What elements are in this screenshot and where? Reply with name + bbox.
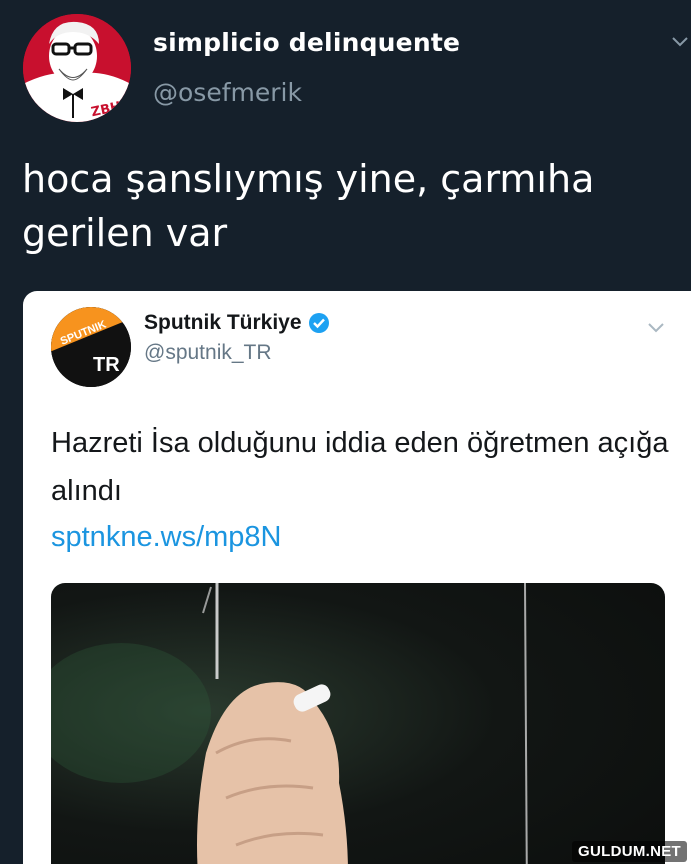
chevron-down-icon[interactable]: [668, 30, 691, 54]
chevron-down-icon[interactable]: [645, 317, 667, 339]
avatar-illustration: ZBH: [23, 14, 131, 122]
quoted-display-name-label: Sputnik Türkiye: [144, 311, 302, 334]
sputnik-logo: SPUTNIK TR: [51, 307, 131, 387]
quoted-tweet-card[interactable]: SPUTNIK TR Sputnik Türkiye @sputnik_TR H…: [23, 291, 691, 864]
sputnik-avatar[interactable]: SPUTNIK TR: [51, 307, 131, 387]
chalkboard-hand-photo: [51, 583, 528, 864]
quoted-display-name[interactable]: Sputnik Türkiye: [144, 311, 330, 335]
display-name[interactable]: simplicio delinquente: [153, 28, 460, 57]
quoted-user-handle[interactable]: @sputnik_TR: [144, 341, 272, 365]
quoted-tweet-text: Hazreti İsa olduğunu iddia eden öğretmen…: [51, 427, 669, 507]
quoted-tweet-image[interactable]: [51, 583, 665, 864]
tweet-text: hoca şanslıymış yine, çarmıha gerilen va…: [22, 157, 595, 255]
verified-badge-icon: [308, 312, 330, 334]
user-handle[interactable]: @osefmerik: [153, 78, 302, 107]
watermark: GULDUM.NET: [572, 841, 687, 862]
quoted-tweet-link[interactable]: sptnkne.ws/mp8N: [51, 521, 282, 554]
sputnik-logo-bottom-text: TR: [93, 354, 120, 376]
avatar[interactable]: ZBH: [23, 14, 131, 122]
